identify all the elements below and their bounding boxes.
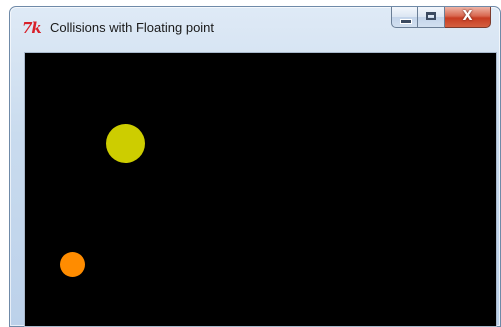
minimize-icon xyxy=(400,19,412,24)
tk-app-icon[interactable]: 7k xyxy=(22,19,44,37)
title-bar[interactable]: 7k Collisions with Floating point X xyxy=(10,7,500,47)
window-title: Collisions with Floating point xyxy=(50,20,215,35)
maximize-icon xyxy=(426,12,436,20)
minimize-button[interactable] xyxy=(391,7,418,28)
app-window: 7k Collisions with Floating point X xyxy=(9,6,501,327)
drawing-canvas[interactable] xyxy=(24,52,497,327)
close-button[interactable]: X xyxy=(445,7,491,28)
maximize-button[interactable] xyxy=(418,7,445,28)
orange-ball xyxy=(60,252,85,277)
close-icon: X xyxy=(462,9,473,24)
yellow-ball xyxy=(106,124,145,163)
window-controls: X xyxy=(391,7,491,28)
